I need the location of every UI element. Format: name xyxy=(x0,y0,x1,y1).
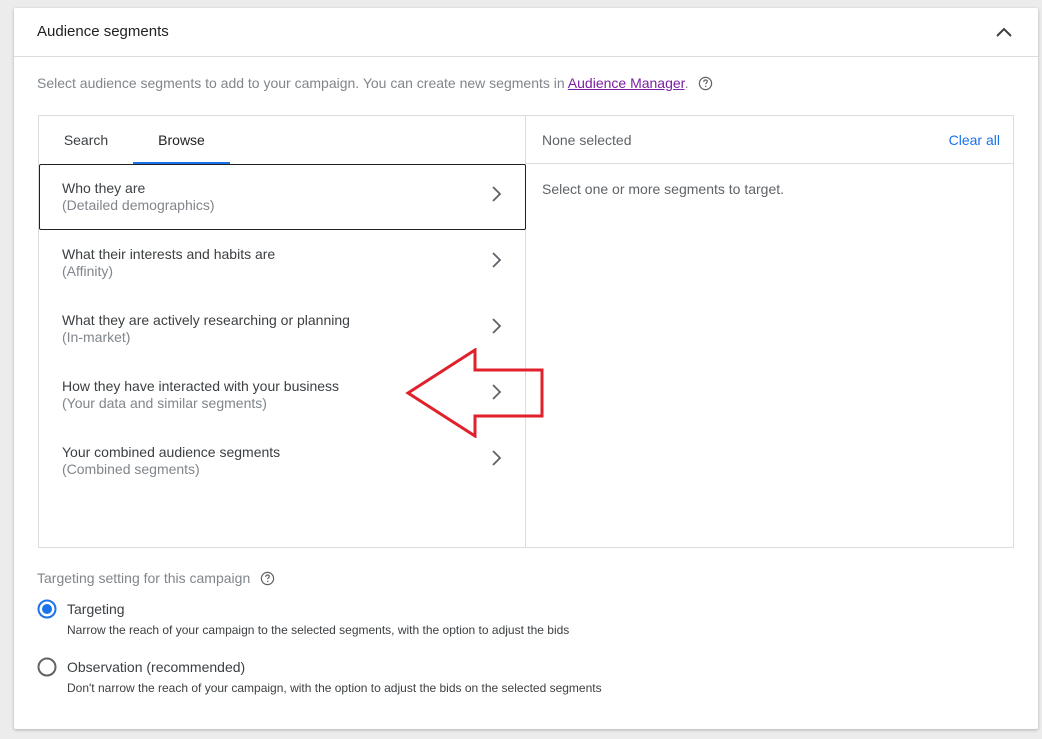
targeting-setting-label: Targeting setting for this campaign xyxy=(37,570,275,589)
help-circle-icon[interactable] xyxy=(260,571,275,589)
browse-pane: Search Browse Who they are (Detailed dem… xyxy=(39,116,526,547)
radio-selected[interactable] xyxy=(37,599,57,619)
browse-item-your-data[interactable]: How they have interacted with your busin… xyxy=(39,362,525,428)
browse-item-subtitle: (Detailed demographics) xyxy=(62,197,215,213)
card-header: Audience segments xyxy=(14,8,1038,57)
selection-header: None selected Clear all xyxy=(526,116,1013,164)
chevron-right-icon xyxy=(492,450,502,466)
segment-panel: Search Browse Who they are (Detailed dem… xyxy=(38,115,1014,548)
browse-item-subtitle: (Combined segments) xyxy=(62,461,200,477)
browse-item-detailed-demographics[interactable]: Who they are (Detailed demographics) xyxy=(39,164,526,230)
selection-pane: None selected Clear all Select one or mo… xyxy=(526,116,1013,547)
targeting-label-text: Targeting setting for this campaign xyxy=(37,570,251,586)
chevron-right-icon xyxy=(492,318,502,334)
browse-item-title: How they have interacted with your busin… xyxy=(62,378,340,394)
clear-all-button[interactable]: Clear all xyxy=(949,132,1000,148)
tab-bar: Search Browse xyxy=(39,116,525,164)
browse-item-affinity[interactable]: What their interests and habits are (Aff… xyxy=(39,230,525,296)
browse-item-title: Who they are xyxy=(62,180,146,196)
audience-manager-link[interactable]: Audience Manager xyxy=(568,75,685,91)
chevron-up-icon xyxy=(996,27,1012,37)
browse-list: Who they are (Detailed demographics) Wha… xyxy=(39,164,526,494)
selection-status: None selected xyxy=(542,132,632,148)
browse-item-subtitle: (In-market) xyxy=(62,329,131,345)
selection-empty-message: Select one or more segments to target. xyxy=(542,181,785,197)
collapse-button[interactable] xyxy=(992,22,1016,42)
card-title: Audience segments xyxy=(37,23,169,40)
browse-item-title: What their interests and habits are xyxy=(62,246,276,262)
intro-sentence: Select audience segments to add to your … xyxy=(37,75,568,91)
chevron-right-icon xyxy=(492,384,502,400)
browse-item-subtitle: (Your data and similar segments) xyxy=(62,395,267,411)
browse-item-subtitle: (Affinity) xyxy=(62,263,114,279)
radio-unselected[interactable] xyxy=(37,657,57,677)
radio-description: Don't narrow the reach of your campaign,… xyxy=(67,681,602,695)
browse-item-combined-segments[interactable]: Your combined audience segments (Combine… xyxy=(39,428,525,494)
intro-text: Select audience segments to add to your … xyxy=(37,75,713,94)
audience-segments-card: Audience segments Select audience segmen… xyxy=(14,8,1038,729)
browse-item-title: Your combined audience segments xyxy=(62,444,281,460)
help-circle-icon[interactable] xyxy=(698,76,713,94)
tab-browse[interactable]: Browse xyxy=(133,116,230,164)
browse-item-title: What they are actively researching or pl… xyxy=(62,312,350,328)
chevron-right-icon xyxy=(492,252,502,268)
tab-browse-label: Browse xyxy=(158,132,205,148)
chevron-right-icon xyxy=(492,186,502,202)
radio-description: Narrow the reach of your campaign to the… xyxy=(67,623,570,637)
radio-label: Targeting xyxy=(67,601,125,617)
browse-item-in-market[interactable]: What they are actively researching or pl… xyxy=(39,296,525,362)
tab-search[interactable]: Search xyxy=(39,116,133,164)
radio-label: Observation (recommended) xyxy=(67,659,246,675)
intro-suffix: . xyxy=(684,75,689,91)
